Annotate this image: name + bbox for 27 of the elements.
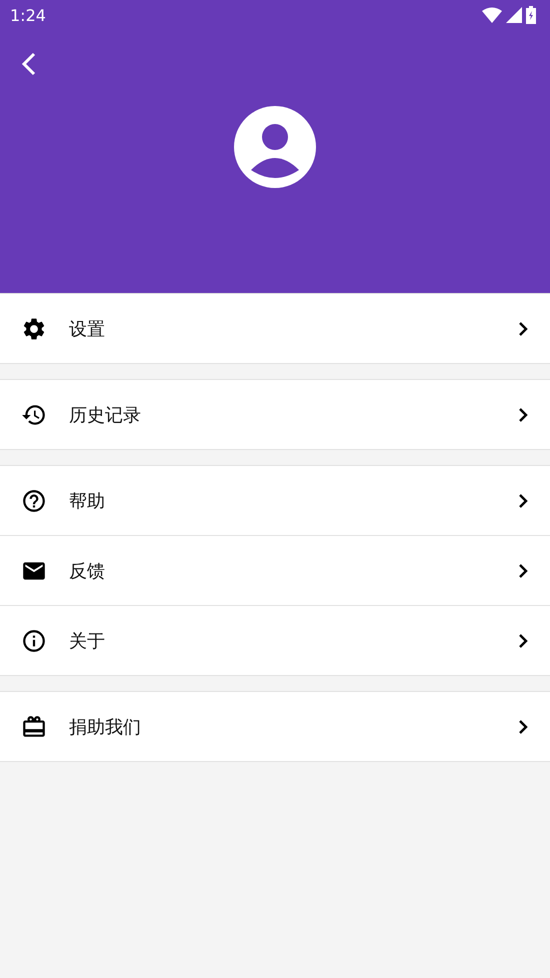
menu-label: 反馈 xyxy=(69,560,106,582)
menu-label: 捐助我们 xyxy=(69,716,142,738)
chevron-icon xyxy=(516,492,530,508)
menu-item[interactable]: 反馈 xyxy=(0,535,550,605)
chevron-icon xyxy=(516,632,530,648)
chevron-icon xyxy=(516,718,530,734)
battery-icon xyxy=(526,6,536,24)
help-icon xyxy=(21,488,47,514)
menu-item[interactable]: 历史记录 xyxy=(0,380,550,449)
menu-item[interactable]: 帮助 xyxy=(0,466,550,535)
status-time: 1:24 xyxy=(10,6,47,24)
menu-label: 关于 xyxy=(69,630,106,652)
menu-label: 历史记录 xyxy=(69,404,142,426)
gift-icon xyxy=(21,714,47,740)
gear-icon xyxy=(21,316,47,342)
menu-label: 帮助 xyxy=(69,490,106,512)
info-icon xyxy=(21,628,47,654)
chevron-icon xyxy=(516,320,530,336)
menu-item[interactable]: 关于 xyxy=(0,605,550,675)
menu-item[interactable]: 捐助我们 xyxy=(0,692,550,761)
menu-label: 设置 xyxy=(69,318,106,340)
menu-item[interactable]: 设置 xyxy=(0,294,550,363)
chevron-icon xyxy=(516,562,530,578)
avatar-icon xyxy=(234,106,316,188)
chevron-icon xyxy=(516,406,530,422)
wifi-icon xyxy=(482,7,502,23)
signal-icon xyxy=(506,7,522,23)
